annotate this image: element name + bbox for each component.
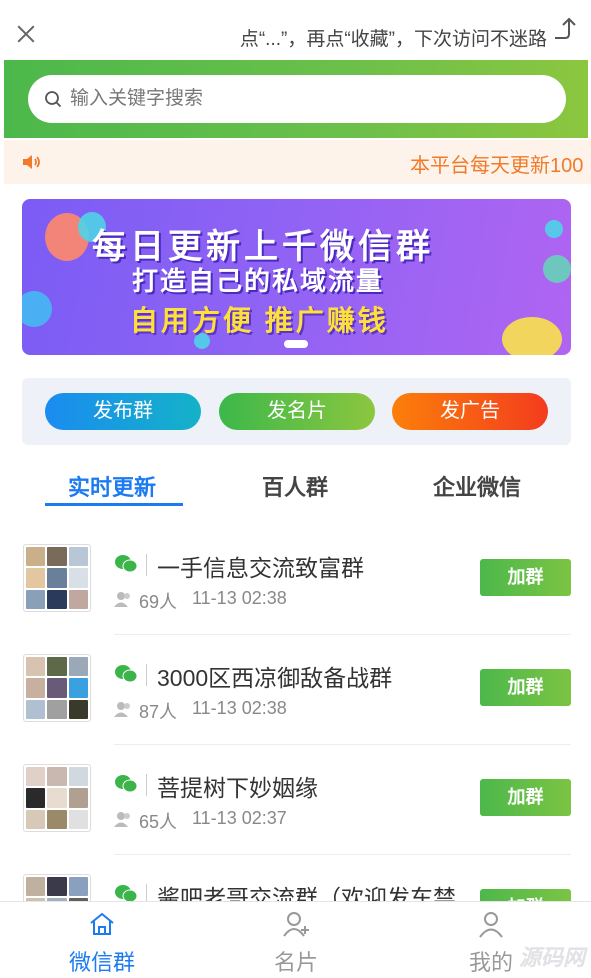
- members-icon: [114, 592, 130, 607]
- bookmark-hint: 点“...”，再点“收藏”，下次访问不迷路: [239, 29, 547, 50]
- nav-label: 名片: [273, 950, 318, 975]
- members-icon: [114, 812, 130, 827]
- separator: [146, 664, 147, 686]
- group-title: 3000区西凉御敌备战群: [157, 665, 393, 691]
- search-band: [4, 60, 588, 138]
- update-time: 11-13 02:37: [192, 808, 287, 828]
- tab-realtime[interactable]: 实时更新: [68, 470, 156, 502]
- action-panel: 发布群 发名片 发广告: [22, 378, 571, 445]
- notice-text: 本平台每天更新100: [410, 155, 584, 177]
- group-avatar: [23, 544, 91, 612]
- wechat-icon: [115, 555, 138, 573]
- divider: [114, 634, 571, 635]
- group-avatar: [23, 654, 91, 722]
- separator: [146, 554, 147, 576]
- watermark: 源码网: [518, 945, 585, 970]
- user-icon: [479, 912, 503, 938]
- list-item[interactable]: 菩提树下妙姻缘 65人 11-13 02:37 加群: [0, 764, 591, 874]
- speaker-icon: [23, 155, 40, 169]
- nav-wechat-groups[interactable]: 微信群: [42, 902, 162, 978]
- banner-subheadline: 打造自己的私域流量: [132, 266, 385, 296]
- separator: [146, 774, 147, 796]
- group-avatar: [23, 764, 91, 832]
- group-title: 一手信息交流致富群: [157, 555, 364, 581]
- nav-label: 微信群: [68, 950, 135, 975]
- bottom-nav: 微信群 名片 我的: [0, 901, 591, 978]
- divider: [114, 854, 571, 855]
- wechat-icon: [115, 775, 138, 793]
- member-count: 87人: [139, 702, 178, 722]
- active-tab-underline: [45, 503, 183, 506]
- join-group-button[interactable]: 加群: [480, 669, 571, 706]
- member-count: 65人: [139, 812, 178, 832]
- publish-ad-button[interactable]: 发广告: [392, 393, 548, 430]
- banner-slogan: 自用方便 推广赚钱: [130, 305, 389, 336]
- group-title: 菩提树下妙姻缘: [157, 775, 318, 801]
- wechat-icon: [115, 665, 138, 683]
- carousel-indicator[interactable]: [284, 340, 308, 348]
- notice-bar: 本平台每天更新100: [4, 140, 591, 184]
- nav-card[interactable]: 名片: [236, 902, 356, 978]
- list-item[interactable]: 3000区西凉御敌备战群 87人 11-13 02:38 加群: [0, 654, 591, 764]
- members-icon: [114, 702, 130, 717]
- search-icon: [45, 91, 62, 108]
- member-count: 69人: [139, 592, 178, 612]
- tab-hundred-groups[interactable]: 百人群: [262, 470, 328, 502]
- join-group-button[interactable]: 加群: [480, 779, 571, 816]
- tab-enterprise-wechat[interactable]: 企业微信: [433, 470, 521, 502]
- search-input[interactable]: [70, 75, 540, 123]
- search-box[interactable]: [28, 75, 566, 123]
- update-time: 11-13 02:38: [192, 698, 287, 718]
- top-bar: 点“...”，再点“收藏”，下次访问不迷路: [0, 0, 591, 60]
- add-user-icon: [283, 912, 309, 937]
- update-time: 11-13 02:38: [192, 588, 287, 608]
- home-icon: [90, 912, 114, 935]
- publish-card-button[interactable]: 发名片: [219, 393, 375, 430]
- share-arrow-icon[interactable]: [551, 16, 577, 42]
- divider: [114, 744, 571, 745]
- promo-banner[interactable]: 每日更新上千微信群 打造自己的私域流量 自用方便 推广赚钱: [22, 199, 571, 355]
- close-icon[interactable]: [14, 22, 38, 46]
- list-item[interactable]: 一手信息交流致富群 69人 11-13 02:38 加群: [0, 544, 591, 654]
- publish-group-button[interactable]: 发布群: [45, 393, 201, 430]
- join-group-button[interactable]: 加群: [480, 559, 571, 596]
